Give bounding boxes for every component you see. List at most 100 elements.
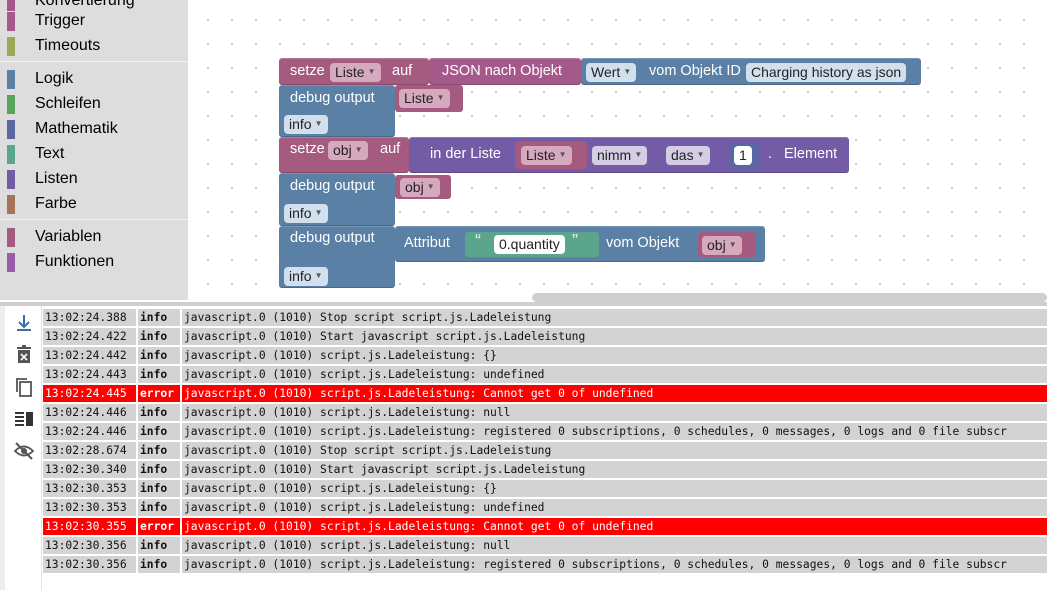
toolbox-category-farbe[interactable]: Farbe: [0, 193, 188, 215]
dropdown-value: nimm: [597, 147, 632, 163]
log-time: 13:02:30.353: [43, 499, 136, 516]
variable-dropdown-liste[interactable]: Liste ▼: [399, 89, 450, 108]
log-row[interactable]: 13:02:30.353 info javascript.0 (1010) sc…: [43, 499, 1047, 516]
log-time: 13:02:30.356: [43, 556, 136, 573]
hide-icon[interactable]: [13, 440, 35, 462]
log-level-dropdown[interactable]: info ▼: [284, 204, 328, 223]
log-level: info: [138, 347, 180, 364]
panel-splitter[interactable]: [0, 302, 1047, 306]
log-row[interactable]: 13:02:24.388 info javascript.0 (1010) St…: [43, 309, 1047, 326]
log-level: error: [138, 518, 180, 535]
toolbox-category-schleifen[interactable]: Schleifen: [0, 93, 188, 115]
variable-dropdown-obj[interactable]: obj ▼: [702, 236, 742, 255]
log-row[interactable]: 13:02:28.674 info javascript.0 (1010) St…: [43, 442, 1047, 459]
json-to-object-label: JSON nach Objekt: [442, 63, 563, 79]
log-message: javascript.0 (1010) Stop script script.j…: [182, 442, 1047, 459]
set-label: setze: [290, 141, 325, 157]
log-message: javascript.0 (1010) Stop script script.j…: [182, 309, 1047, 326]
category-label: Logik: [35, 70, 74, 87]
dropdown-value: info: [289, 205, 312, 221]
to-label: auf: [392, 63, 413, 79]
log-time: 13:02:24.446: [43, 423, 136, 440]
open-quote-icon: “: [475, 231, 481, 251]
copy-icon[interactable]: [13, 376, 35, 398]
log-row[interactable]: 13:02:24.443 info javascript.0 (1010) sc…: [43, 366, 1047, 383]
log-level: info: [138, 556, 180, 573]
log-row[interactable]: 13:02:24.446 info javascript.0 (1010) sc…: [43, 404, 1047, 421]
log-time: 13:02:28.674: [43, 442, 136, 459]
log-message: javascript.0 (1010) script.js.Ladeleistu…: [182, 499, 1047, 516]
toolbox-category-logik[interactable]: Logik: [0, 68, 188, 90]
dropdown-caret-icon: ▼: [728, 240, 737, 249]
dropdown-caret-icon: ▼: [623, 67, 632, 76]
toolbox-category-variablen[interactable]: Variablen: [0, 226, 188, 248]
log-level-dropdown[interactable]: info ▼: [284, 267, 328, 286]
log-level: error: [138, 385, 180, 402]
toolbox-category-timeouts[interactable]: Timeouts: [0, 35, 188, 57]
workspace-horizontal-scrollbar[interactable]: [532, 293, 1047, 302]
log-row-error[interactable]: 13:02:30.355 error javascript.0 (1010) s…: [43, 518, 1047, 535]
element-label: Element: [784, 146, 838, 162]
variable-dropdown-obj[interactable]: obj ▼: [400, 178, 440, 197]
category-label: Schleifen: [35, 95, 101, 112]
variable-dropdown-liste[interactable]: Liste ▼: [330, 63, 381, 82]
log-row[interactable]: 13:02:30.340 info javascript.0 (1010) St…: [43, 461, 1047, 478]
list-mode-dropdown[interactable]: nimm ▼: [592, 146, 648, 165]
to-label: auf: [380, 141, 401, 157]
object-id-value: Charging history as json: [751, 64, 902, 80]
log-row[interactable]: 13:02:24.446 info javascript.0 (1010) sc…: [43, 423, 1047, 440]
toolbox-category-text[interactable]: Text: [0, 143, 188, 165]
object-id-field[interactable]: Charging history as json: [746, 63, 907, 82]
log-toolbar: [5, 306, 42, 590]
log-row[interactable]: 13:02:30.356 info javascript.0 (1010) sc…: [43, 537, 1047, 554]
variable-dropdown-liste[interactable]: Liste ▼: [521, 146, 572, 165]
blockly-toolbox: Konvertierung Trigger Timeouts Logik Sch…: [0, 0, 188, 300]
log-row[interactable]: 13:02:30.353 info javascript.0 (1010) sc…: [43, 480, 1047, 497]
dropdown-value: Wert: [591, 64, 621, 80]
toolbox-category-listen[interactable]: Listen: [0, 168, 188, 190]
pause-icon[interactable]: [13, 408, 35, 430]
log-message: javascript.0 (1010) script.js.Ladeleistu…: [182, 537, 1047, 554]
log-row[interactable]: 13:02:30.356 info javascript.0 (1010) sc…: [43, 556, 1047, 573]
category-color-bar: [7, 12, 15, 31]
index-number-field[interactable]: 1: [734, 146, 752, 165]
log-level: info: [138, 423, 180, 440]
toolbox-category-trigger[interactable]: Trigger: [0, 10, 188, 32]
value-type-dropdown[interactable]: Wert ▼: [586, 63, 637, 82]
debug-output-label: debug output: [290, 230, 375, 246]
dropdown-value: Liste: [526, 147, 556, 163]
log-message: javascript.0 (1010) script.js.Ladeleistu…: [182, 385, 1047, 402]
log-time: 13:02:30.340: [43, 461, 136, 478]
log-level: info: [138, 537, 180, 554]
log-time: 13:02:24.445: [43, 385, 136, 402]
log-level-dropdown[interactable]: info ▼: [284, 115, 328, 134]
dropdown-caret-icon: ▼: [558, 150, 567, 159]
log-message: javascript.0 (1010) script.js.Ladeleistu…: [182, 423, 1047, 440]
variable-dropdown-obj[interactable]: obj ▼: [328, 141, 368, 160]
dropdown-caret-icon: ▼: [354, 145, 363, 154]
blockly-workspace[interactable]: setze Liste ▼ auf JSON nach Objekt Wert ▼ …: [188, 0, 1047, 300]
category-color-bar: [7, 70, 15, 89]
dropdown-caret-icon: ▼: [314, 271, 323, 280]
log-row-error[interactable]: 13:02:24.445 error javascript.0 (1010) s…: [43, 385, 1047, 402]
log-level: info: [138, 461, 180, 478]
attribute-text-field[interactable]: 0.quantity: [494, 235, 565, 254]
toolbox-category-funktionen[interactable]: Funktionen: [0, 251, 188, 273]
attribute-value: 0.quantity: [499, 236, 560, 252]
dropdown-caret-icon: ▼: [634, 150, 643, 159]
attribute-label: Attribut: [404, 235, 450, 251]
category-label: Timeouts: [35, 37, 101, 54]
clear-log-icon[interactable]: [13, 344, 35, 366]
dropdown-caret-icon: ▼: [367, 67, 376, 76]
log-row[interactable]: 13:02:24.442 info javascript.0 (1010) sc…: [43, 347, 1047, 364]
log-row[interactable]: 13:02:24.422 info javascript.0 (1010) St…: [43, 328, 1047, 345]
scroll-to-bottom-icon[interactable]: [13, 312, 35, 334]
toolbox-category-mathematik[interactable]: Mathematik: [0, 118, 188, 140]
log-message: javascript.0 (1010) script.js.Ladeleistu…: [182, 518, 1047, 535]
ordinal-dot: .: [768, 146, 773, 162]
list-position-dropdown[interactable]: das ▼: [666, 146, 710, 165]
category-color-bar: [7, 253, 15, 272]
debug-output-label: debug output: [290, 90, 375, 106]
log-message: javascript.0 (1010) script.js.Ladeleistu…: [182, 366, 1047, 383]
dropdown-caret-icon: ▼: [314, 119, 323, 128]
